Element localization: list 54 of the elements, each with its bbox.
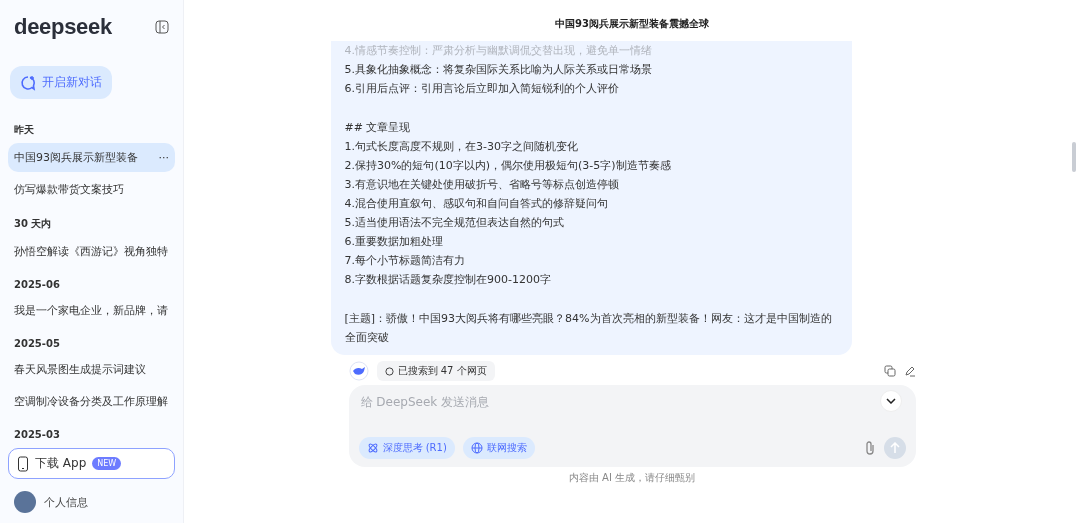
atom-icon: [366, 442, 379, 454]
message-line: 3.有意识地在关键处使用破折号、省略号等标点创造停顿: [344, 177, 620, 193]
mode-toggle-button[interactable]: 联网搜索: [462, 437, 535, 459]
whale-logo-icon: [348, 361, 369, 381]
message-line: 4.混合使用直叙句、感叹句和自问自答式的修辞疑问句: [344, 196, 609, 212]
paperclip-icon: [863, 440, 876, 456]
scrollbar-thumb[interactable]: [1072, 142, 1076, 172]
message-line: 6.重要数据加粗处理: [344, 234, 444, 250]
new-chat-button[interactable]: 开启新对话: [10, 66, 112, 99]
new-badge: NEW: [92, 457, 122, 470]
search-result-text: 已搜索到 47 个网页: [397, 364, 487, 378]
sidebar-collapse-icon: [155, 20, 169, 34]
date-group-label: 2025-03: [13, 428, 61, 442]
date-group-label: 2025-06: [13, 278, 61, 292]
chevron-down-icon: [886, 398, 896, 404]
chat-title: 中国93阅兵展示新型装备: [14, 150, 138, 165]
chat-history-item[interactable]: 中国93阅兵展示新型装备 ···: [8, 143, 175, 172]
logo: deepseek: [14, 14, 112, 40]
search-result-chip[interactable]: 已搜索到 47 个网页: [376, 361, 495, 381]
chat-title-heading: 中国93阅兵展示新型装备震撼全球: [555, 17, 709, 31]
message-line: 5.适当使用语法不完全规范但表达自然的句式: [344, 215, 565, 231]
message-line: 5.具象化抽象概念：将复杂国际关系比喻为人际关系或日常场景: [344, 62, 653, 78]
chat-history-item[interactable]: 空调制冷设备分类及工作原理解: [8, 387, 175, 416]
arrow-up-icon: [889, 442, 900, 454]
chat-history-item[interactable]: 我是一个家电企业，新品牌，请: [8, 296, 175, 325]
chat-title: 孙悟空解读《西游记》视角独特: [14, 244, 168, 259]
chat-history-item[interactable]: 孙悟空解读《西游记》视角独特: [8, 237, 175, 266]
chat-history-item[interactable]: 仿写爆款带货文案技巧: [8, 175, 175, 204]
date-group-label: 昨天: [13, 123, 35, 137]
message-line: [主题]：骄傲！中国93大阅兵将有哪些亮眼？84%为首次亮相的新型装备！网友：这才是中国制造的全面突破: [344, 311, 833, 346]
chat-history-item[interactable]: 春天风景图生成提示词建议: [8, 355, 175, 384]
message-line: 2.保持30%的短句(10字以内)，偶尔使用极短句(3-5字)制造节奏感: [344, 158, 672, 174]
message-line: 1.句式长度高度不规则，在3-30字之间随机变化: [344, 139, 579, 155]
avatar[interactable]: [14, 491, 36, 513]
chat-plus-icon: [20, 74, 36, 91]
chat-title: 我是一个家电企业，新品牌，请: [14, 303, 168, 318]
chat-title: 春天风景图生成提示词建议: [14, 362, 146, 377]
mode-toggle-button[interactable]: 深度思考 (R1): [358, 437, 455, 459]
message-line: 7.每个小节标题简洁有力: [344, 253, 466, 269]
more-options-button[interactable]: ···: [158, 151, 169, 164]
message-line: 8.字数根据话题复杂度控制在900-1200字: [344, 272, 552, 288]
download-app-button[interactable]: 下载 App NEW: [8, 448, 175, 479]
edit-icon: [903, 365, 916, 377]
message-input[interactable]: 给 DeepSeek 发送消息: [358, 393, 906, 411]
message-line: 6.引用后点评：引用言论后立即加入简短锐利的个人评价: [344, 81, 620, 97]
date-group-label: 2025-05: [13, 337, 61, 351]
phone-icon: [17, 455, 29, 472]
copy-icon: [883, 365, 896, 377]
chat-title: 空调制冷设备分类及工作原理解: [14, 394, 168, 409]
chat-title: 仿写爆款带货文案技巧: [14, 182, 124, 197]
date-group-label: 30 天内: [13, 217, 53, 231]
ai-disclaimer: 内容由 AI 生成，请仔细甄别: [568, 471, 696, 485]
profile-link[interactable]: 个人信息: [44, 494, 88, 510]
message-line: ## 文章呈现: [344, 120, 412, 136]
